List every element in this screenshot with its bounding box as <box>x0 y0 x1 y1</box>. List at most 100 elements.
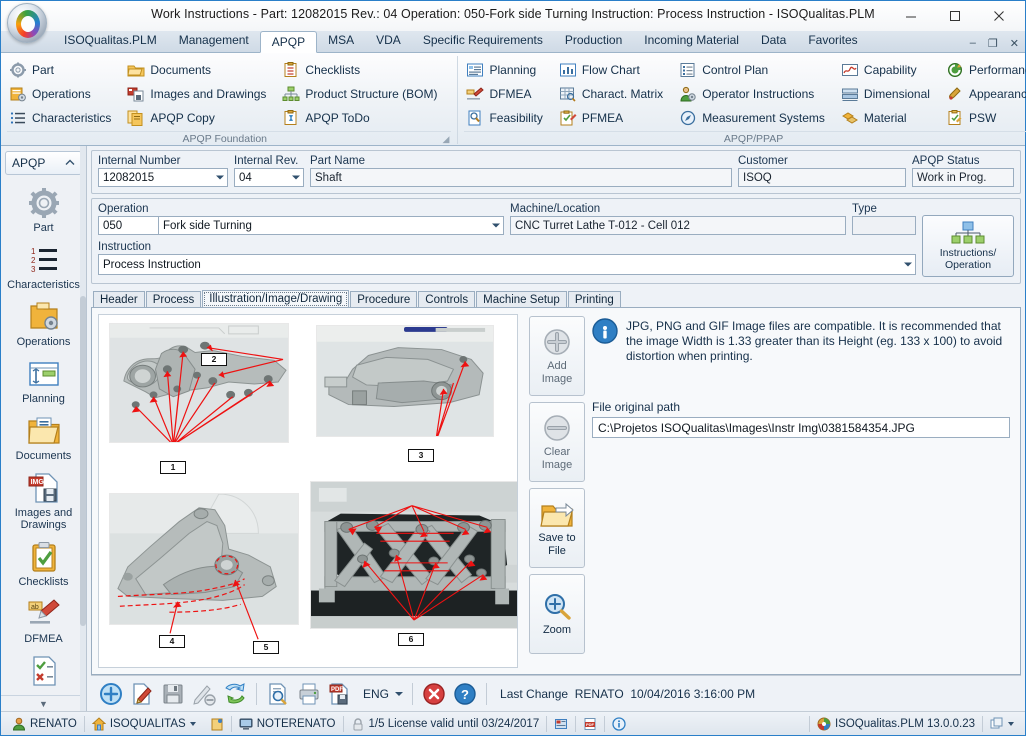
sidebar-item-characteristics[interactable]: 123 Characteristics <box>1 240 86 297</box>
ribbon-product-structure-button[interactable]: Product Structure (BOM) <box>280 82 441 106</box>
ribbon-appearance-button[interactable]: Appearance <box>944 82 1026 106</box>
status-notes[interactable] <box>203 713 231 735</box>
menu-tab-management[interactable]: Management <box>168 30 260 52</box>
save-to-file-button[interactable]: Save to File <box>529 488 585 568</box>
status-pdf-button[interactable]: PDF <box>576 713 604 735</box>
ribbon-capability-button[interactable]: Capability <box>839 58 934 82</box>
status-machine[interactable]: NOTERENATO <box>232 713 343 735</box>
ribbon-performance-button[interactable]: Performance <box>944 58 1026 82</box>
menu-tab-favorites[interactable]: Favorites <box>797 30 868 52</box>
status-company[interactable]: ISOQUALITAS <box>85 713 203 735</box>
operation-number-input[interactable]: 050 <box>98 216 158 235</box>
tab-illustration-image-drawing[interactable]: Illustration/Image/Drawing <box>202 290 350 308</box>
close-button[interactable] <box>977 2 1021 30</box>
ribbon-images-drawings-button[interactable]: Images and Drawings <box>125 82 270 106</box>
menu-tab-specific-requirements[interactable]: Specific Requirements <box>412 30 554 52</box>
tab-procedure[interactable]: Procedure <box>350 291 418 308</box>
menu-tab-msa[interactable]: MSA <box>317 30 365 52</box>
new-record-button[interactable] <box>97 680 125 708</box>
sidebar-item-dfmea[interactable]: ab DFMEA <box>1 594 86 651</box>
menu-tab-incoming-material[interactable]: Incoming Material <box>633 30 750 52</box>
cancel-edit-button[interactable] <box>190 680 218 708</box>
ribbon-checklists-button[interactable]: Checklists <box>280 58 441 82</box>
ribbon-characteristics-button[interactable]: Characteristics <box>7 106 115 130</box>
ribbon-charact-matrix-button[interactable]: Charact. Matrix <box>557 82 667 106</box>
tab-printing[interactable]: Printing <box>567 291 621 308</box>
ribbon-documents-button[interactable]: Documents <box>125 58 270 82</box>
add-image-button[interactable]: Add Image <box>529 316 585 396</box>
preview-button[interactable] <box>264 680 292 708</box>
internal-rev-input[interactable]: 04 <box>234 168 304 187</box>
image-preview-pane[interactable]: 2 1 3 4 5 6 <box>98 314 518 668</box>
edit-button[interactable] <box>128 680 156 708</box>
ribbon-pfmea-button[interactable]: PFMEA <box>557 106 667 130</box>
menu-tab-isoqualitas-plm[interactable]: ISOQualitas.PLM <box>53 30 168 52</box>
ribbon-material-button[interactable]: Material <box>839 106 934 130</box>
part-name-input[interactable]: Shaft <box>310 168 732 187</box>
menu-tab-vda[interactable]: VDA <box>365 30 412 52</box>
ribbon-dimensional-button[interactable]: Dimensional <box>839 82 934 106</box>
status-about-button[interactable] <box>605 713 633 735</box>
print-button[interactable] <box>295 680 323 708</box>
ribbon-measurement-systems-button[interactable]: Measurement Systems <box>677 106 829 130</box>
doc-close-button[interactable]: ✕ <box>1008 37 1021 50</box>
instruction-input[interactable]: Process Instruction <box>98 254 916 275</box>
sidebar-item-images-and-drawings[interactable]: IMG Images and Drawings <box>1 468 86 537</box>
chevron-down-icon[interactable] <box>490 220 501 231</box>
sidebar-item-operations[interactable]: Operations <box>1 297 86 354</box>
ribbon-apqp-copy-button[interactable]: APQP Copy <box>125 106 270 130</box>
doc-minimize-button[interactable]: – <box>968 37 978 50</box>
menu-tab-production[interactable]: Production <box>554 30 633 52</box>
ribbon-flow-chart-button[interactable]: Flow Chart <box>557 58 667 82</box>
ribbon-feasibility-button[interactable]: Feasibility <box>464 106 546 130</box>
chevron-down-icon[interactable] <box>902 259 913 270</box>
refresh-button[interactable] <box>221 680 249 708</box>
ribbon-operator-instructions-button[interactable]: Operator Instructions <box>677 82 829 106</box>
tab-controls[interactable]: Controls <box>418 291 476 308</box>
help-button[interactable]: ? <box>451 680 479 708</box>
ribbon-dfmea-button[interactable]: DFMEA <box>464 82 546 106</box>
delete-button[interactable] <box>420 680 448 708</box>
clear-image-button[interactable]: Clear Image <box>529 402 585 482</box>
sidebar-item-planning[interactable]: Planning <box>1 354 86 411</box>
ribbon-operations-button[interactable]: Operations <box>7 82 115 106</box>
sidebar-scrollbar[interactable] <box>80 146 86 711</box>
machine-location-input[interactable]: CNC Turret Lathe T-012 - Cell 012 <box>510 216 846 235</box>
status-window-layout-button[interactable] <box>983 713 1021 735</box>
sidebar-scroll-down-button[interactable]: ▼ <box>1 695 86 711</box>
sidebar-item-extra-doc[interactable] <box>1 651 86 695</box>
doc-restore-button[interactable]: ❐ <box>986 37 1000 50</box>
zoom-button[interactable]: Zoom <box>529 574 585 654</box>
type-input[interactable] <box>852 216 916 235</box>
internal-number-input[interactable]: 12082015 <box>98 168 228 187</box>
tab-machine-setup[interactable]: Machine Setup <box>476 291 567 308</box>
language-selector[interactable]: ENG <box>357 683 405 705</box>
ribbon-part-button[interactable]: Part <box>7 58 115 82</box>
dialog-launcher-icon[interactable]: ◢ <box>443 132 450 146</box>
instructions-operation-button[interactable]: Instructions/ Operation <box>922 215 1014 277</box>
ribbon-psw-button[interactable]: PSW <box>944 106 1026 130</box>
customer-input[interactable]: ISOQ <box>738 168 906 187</box>
maximize-button[interactable] <box>933 2 977 30</box>
chevron-down-icon[interactable] <box>395 691 404 696</box>
ribbon-control-plan-button[interactable]: Control Plan <box>677 58 829 82</box>
tab-header[interactable]: Header <box>93 291 145 308</box>
sidebar-item-part[interactable]: Part <box>1 183 86 240</box>
operation-name-input[interactable]: Fork side Turning <box>158 216 504 235</box>
status-report-button[interactable] <box>547 713 575 735</box>
chevron-down-icon[interactable] <box>1008 721 1014 726</box>
ribbon-planning-button[interactable]: Planning <box>464 58 546 82</box>
ribbon-apqp-todo-button[interactable]: APQP ToDo <box>280 106 441 130</box>
tab-process[interactable]: Process <box>145 291 202 308</box>
minimize-button[interactable] <box>889 2 933 30</box>
menu-tab-apqp[interactable]: APQP <box>259 31 318 53</box>
status-license[interactable]: 1/5 License valid until 03/24/2017 <box>344 713 547 735</box>
sidebar-item-checklists[interactable]: Checklists <box>1 537 86 594</box>
status-user[interactable]: RENATO <box>5 713 84 735</box>
chevron-down-icon[interactable] <box>189 721 196 726</box>
chevron-down-icon[interactable] <box>214 172 225 183</box>
file-original-path-input[interactable]: C:\Projetos ISOQualitas\Images\Instr Img… <box>592 417 1010 438</box>
menu-tab-data[interactable]: Data <box>750 30 797 52</box>
chevron-up-icon[interactable] <box>65 158 75 168</box>
export-pdf-button[interactable]: PDF <box>326 680 354 708</box>
